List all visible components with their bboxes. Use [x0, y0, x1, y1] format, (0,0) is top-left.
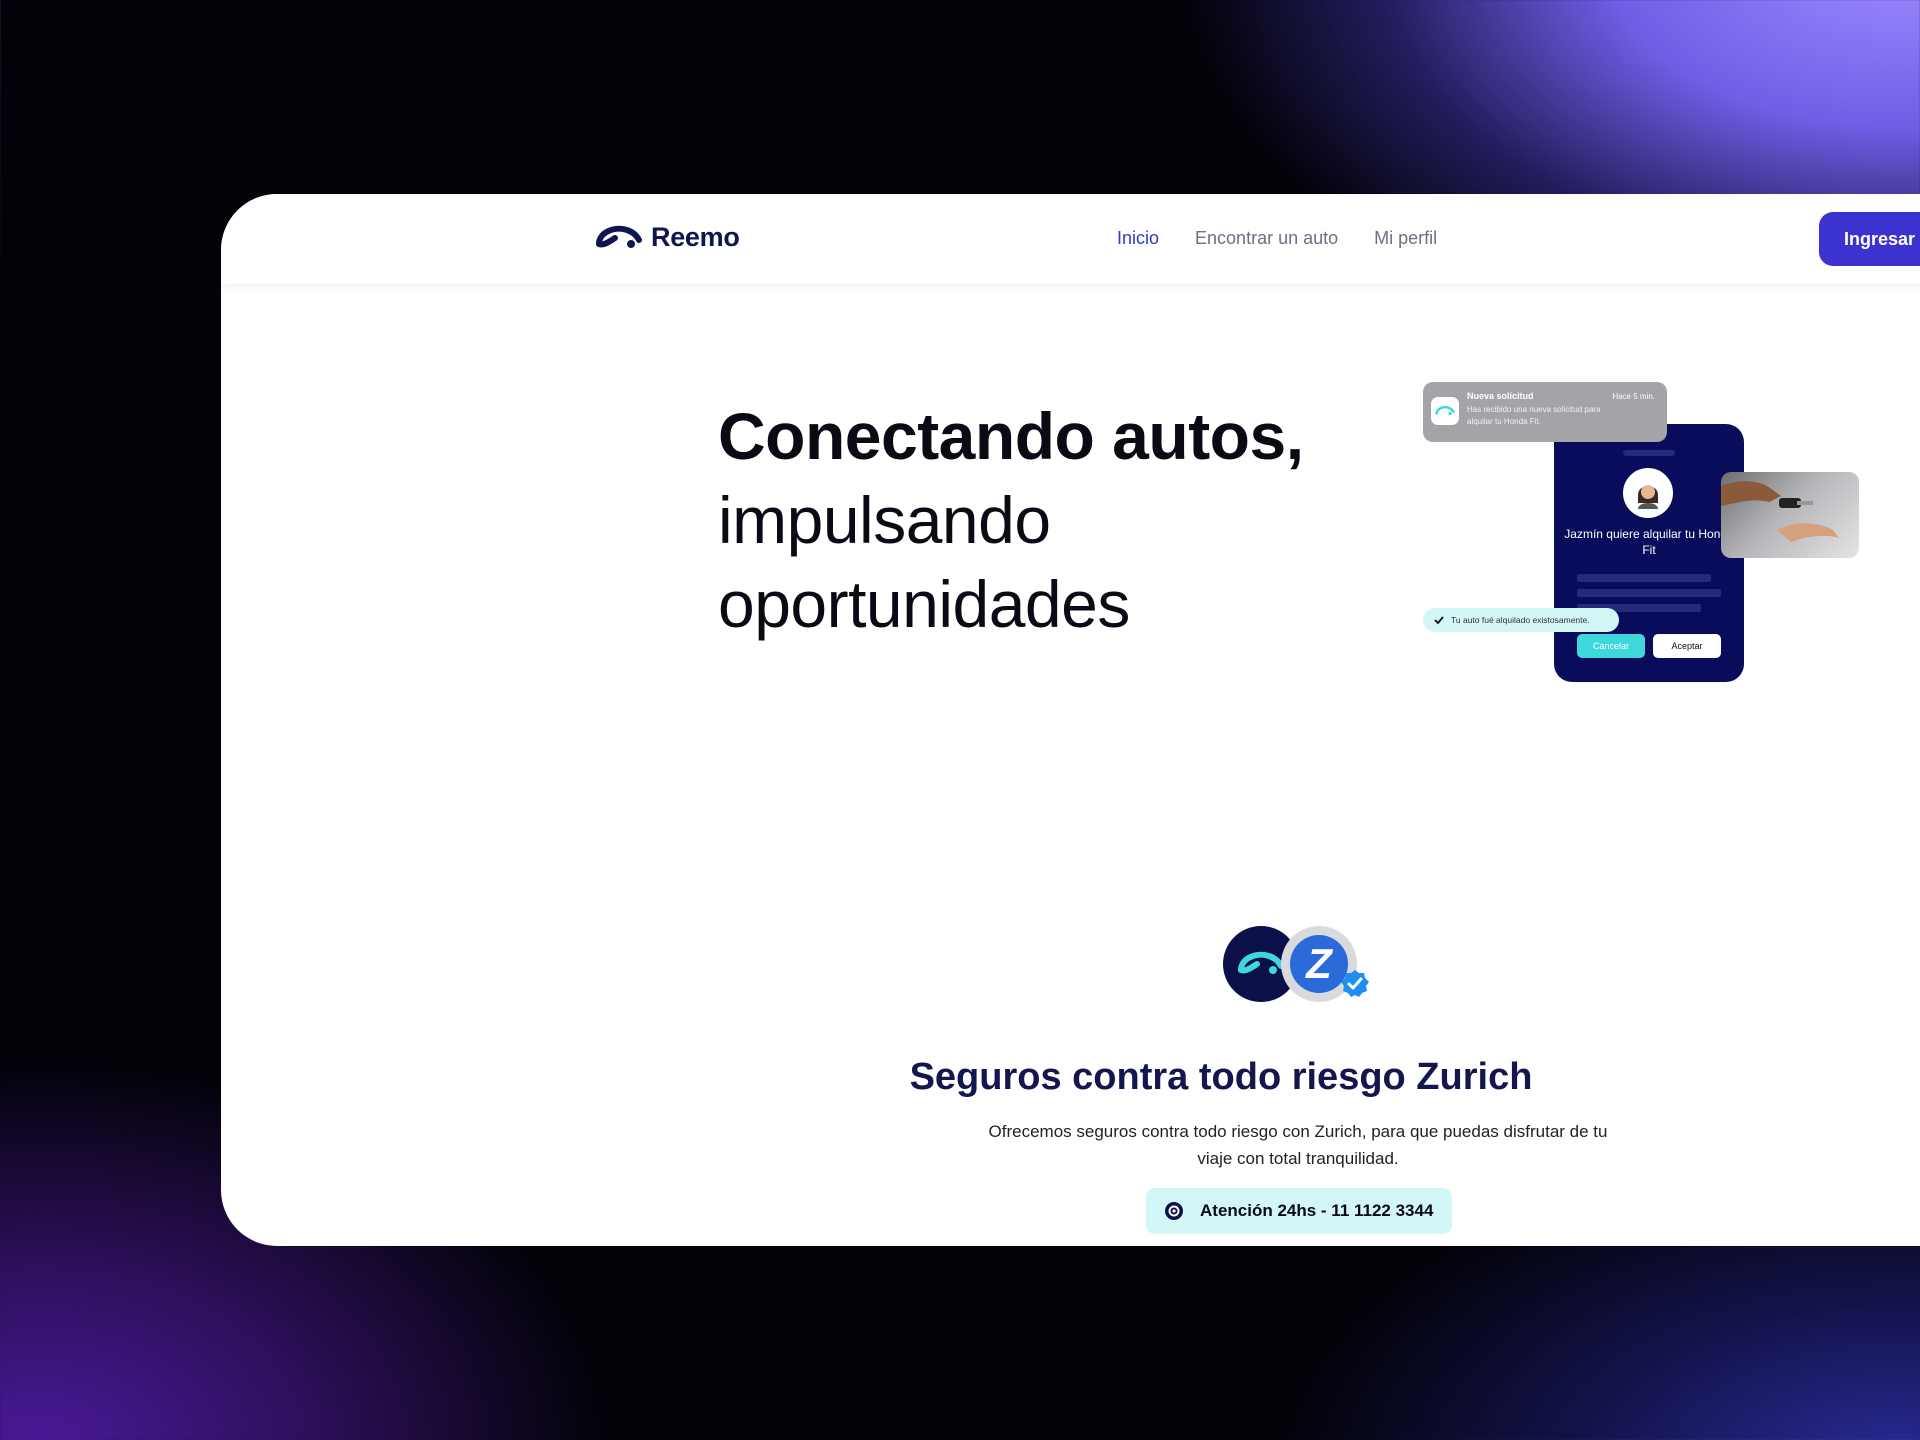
- partner-badges: Z: [1223, 926, 1383, 1016]
- support-icon: [1165, 1202, 1183, 1220]
- nav-link-encontrar-auto[interactable]: Encontrar un auto: [1195, 228, 1338, 249]
- phone-message: Jazmín quiere alquilar tu Honda Fit: [1564, 527, 1734, 557]
- placeholder-line: [1577, 574, 1711, 582]
- toast-text: Tu auto fué alquilado existosamente.: [1451, 615, 1590, 625]
- phone-mockup: Jazmín quiere alquilar tu Honda Fit Canc…: [1554, 424, 1744, 682]
- insurance-description: Ofrecemos seguros contra todo riesgo con…: [988, 1122, 1608, 1168]
- contact-pill[interactable]: Atención 24hs - 11 1122 3344: [1146, 1188, 1452, 1234]
- verified-icon: [1341, 970, 1369, 997]
- notification-time: Hace 5 min.: [1612, 392, 1655, 401]
- contact-text: Atención 24hs - 11 1122 3344: [1200, 1201, 1434, 1220]
- notification-title: Nueva solicitud: [1467, 391, 1534, 401]
- reemo-logo-icon: [596, 225, 642, 248]
- hero-line-3: oportunidades: [718, 567, 1130, 641]
- browser-window: Reemo Inicio Encontrar un auto Mi perfil…: [221, 194, 1920, 1246]
- notification-body: Has recibido una nueva solicitud para al…: [1467, 405, 1601, 426]
- hero-line-2: impulsando: [718, 483, 1051, 557]
- insurance-title: Seguros contra todo riesgo Zurich: [909, 1056, 1533, 1098]
- car-keys-photo: [1721, 472, 1859, 558]
- navbar: Reemo Inicio Encontrar un auto Mi perfil…: [221, 194, 1920, 284]
- nav-link-inicio[interactable]: Inicio: [1117, 228, 1159, 249]
- phone-notch: [1623, 450, 1675, 456]
- nav-link-mi-perfil[interactable]: Mi perfil: [1374, 228, 1437, 249]
- hero-illustration: Nueva solicitud Hace 5 min. Has recibido…: [1423, 382, 1863, 692]
- reemo-app-icon: [1431, 397, 1459, 425]
- login-button[interactable]: Ingresar a: [1819, 212, 1920, 266]
- placeholder-line: [1577, 589, 1721, 597]
- hero-title: Conectando autos, impulsando oportunidad…: [718, 394, 1304, 646]
- accept-button[interactable]: Aceptar: [1653, 634, 1721, 658]
- nav-links: Inicio Encontrar un auto Mi perfil: [1117, 228, 1437, 249]
- check-icon: [1434, 616, 1444, 625]
- reemo-logo-icon: [1238, 951, 1284, 974]
- cancel-button[interactable]: Cancelar: [1577, 634, 1645, 658]
- success-toast: Tu auto fué alquilado existosamente.: [1423, 608, 1619, 632]
- avatar: [1623, 468, 1673, 518]
- woman-avatar-icon: [1638, 485, 1658, 509]
- brand-logo[interactable]: Reemo: [595, 222, 740, 253]
- notification-card: Nueva solicitud Hace 5 min. Has recibido…: [1423, 382, 1667, 442]
- hero-line-1: Conectando autos,: [718, 399, 1304, 473]
- brand-name: Reemo: [651, 222, 740, 252]
